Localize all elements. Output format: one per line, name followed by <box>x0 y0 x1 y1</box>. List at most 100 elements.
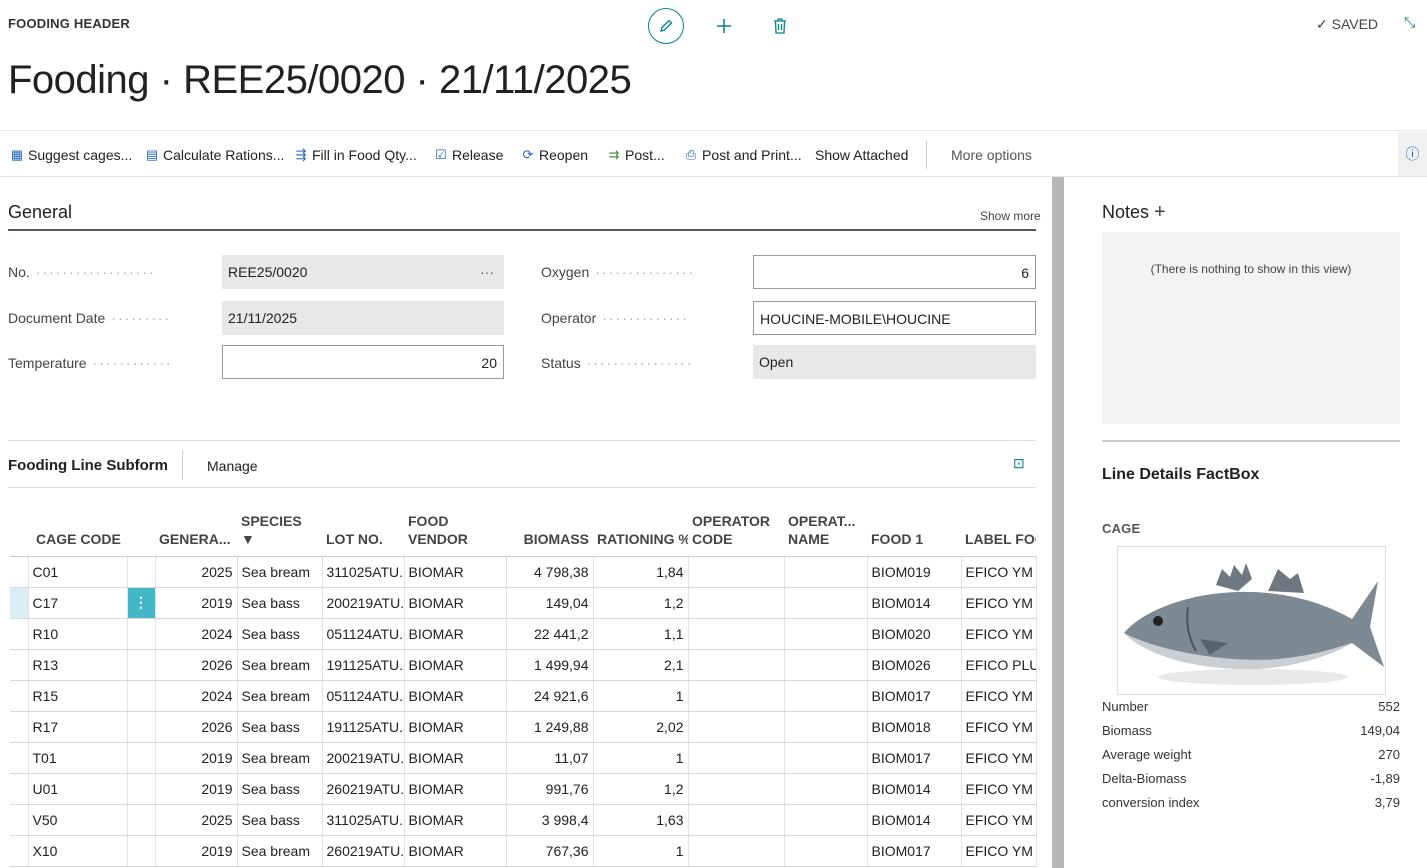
table-row[interactable]: U01 2019 Sea bass 260219ATU... BIOMAR 991,76 1… <box>10 773 1037 805</box>
col-generation[interactable]: GENERA... <box>155 498 237 557</box>
cell-generation[interactable]: 2026 <box>155 649 238 681</box>
cell-lot-no[interactable]: 260219ATU... <box>322 773 405 805</box>
table-row[interactable]: R15 2024 Sea bream 051124ATU... BIOMAR 24 921… <box>10 680 1037 712</box>
cell-species[interactable]: Sea bass <box>237 711 323 743</box>
factbox-row-value[interactable]: 149,04 <box>1360 723 1400 738</box>
cell-food-vendor[interactable]: BIOMAR <box>404 556 507 588</box>
cell-food-vendor[interactable]: BIOMAR <box>404 680 507 712</box>
cell-cage-code[interactable]: T01 <box>28 742 128 774</box>
cell-lot-no[interactable]: 311025ATU... <box>322 804 405 836</box>
subform-title[interactable]: Fooding Line Subform <box>8 457 168 474</box>
table-row[interactable]: X10 2019 Sea bream 260219ATU... BIOMAR 767,36… <box>10 835 1037 867</box>
cell-food-vendor[interactable]: BIOMAR <box>404 711 507 743</box>
cell-lot-no[interactable]: 260219ATU... <box>322 835 405 867</box>
cell-label-food[interactable]: EFICO YM 86 <box>961 556 1037 588</box>
row-selector[interactable] <box>10 680 29 712</box>
cell-operator-code[interactable] <box>688 680 785 712</box>
cell-lot-no[interactable]: 200219ATU... <box>322 742 405 774</box>
cell-lot-no[interactable]: 191125ATU... <box>322 649 405 681</box>
reopen-button[interactable]: ⟳ Reopen <box>521 147 589 163</box>
cell-species[interactable]: Sea bass <box>237 618 323 650</box>
cell-generation[interactable]: 2019 <box>155 742 238 774</box>
row-selector[interactable] <box>10 711 29 743</box>
row-selector[interactable] <box>10 773 29 805</box>
vertical-scrollbar[interactable] <box>1052 177 1064 868</box>
cell-generation[interactable]: 2024 <box>155 618 238 650</box>
table-row[interactable]: C01 2025 Sea bream 311025ATU... BIOMAR 4 798,… <box>10 556 1037 588</box>
cell-label-food[interactable]: EFICO YM 86 <box>961 742 1037 774</box>
row-menu[interactable] <box>127 835 156 867</box>
fill-food-qty-button[interactable]: ⇶ Fill in Food Qty... <box>294 147 417 163</box>
cell-cage-code[interactable]: V50 <box>28 804 128 836</box>
info-icon[interactable]: ⓘ <box>1398 132 1427 176</box>
cell-cage-code[interactable]: C01 <box>28 556 128 588</box>
factbox-row-value[interactable]: 552 <box>1378 699 1400 714</box>
cell-biomass[interactable]: 149,04 <box>506 587 594 619</box>
cell-species[interactable]: Sea bream <box>237 649 323 681</box>
cell-biomass[interactable]: 3 998,4 <box>506 804 594 836</box>
row-menu[interactable] <box>127 618 156 650</box>
row-selector[interactable] <box>10 835 29 867</box>
cell-food-1[interactable]: BIOM014 <box>867 587 962 619</box>
table-row[interactable]: R10 2024 Sea bass 051124ATU... BIOMAR 22 441,… <box>10 618 1037 650</box>
cell-cage-code[interactable]: C17 <box>28 587 128 619</box>
col-rationing[interactable]: RATIONING % <box>593 498 688 557</box>
row-selector[interactable] <box>10 742 29 774</box>
cell-operator-code[interactable] <box>688 742 785 774</box>
post-and-print-button[interactable]: ⎙ Post and Print... <box>684 147 802 163</box>
col-label-food[interactable]: LABEL FOOD <box>961 498 1036 557</box>
cell-food-1[interactable]: BIOM017 <box>867 742 962 774</box>
cell-food-vendor[interactable]: BIOMAR <box>404 773 507 805</box>
calculate-rations-button[interactable]: ▤ Calculate Rations... <box>145 147 285 163</box>
operator-field[interactable]: HOUCINE-MOBILE\HOUCINE <box>753 301 1036 335</box>
factbox-row-value[interactable]: 3,79 <box>1375 795 1400 810</box>
suggest-cages-button[interactable]: ▦ Suggest cages... <box>10 147 132 163</box>
cell-label-food[interactable]: EFICO YM 86 <box>961 835 1037 867</box>
cell-label-food[interactable]: EFICO YM 86 <box>961 804 1037 836</box>
cell-operator-name[interactable] <box>784 742 868 774</box>
cell-biomass[interactable]: 24 921,6 <box>506 680 594 712</box>
collapse-icon[interactable]: ⤡ <box>1404 14 1415 31</box>
temperature-field[interactable]: 20 <box>222 345 504 379</box>
cell-operator-name[interactable] <box>784 835 868 867</box>
cell-generation[interactable]: 2025 <box>155 804 238 836</box>
expand-icon[interactable]: ⊡ <box>1013 455 1025 472</box>
table-row[interactable]: R17 2026 Sea bass 191125ATU... BIOMAR 1 249,8… <box>10 711 1037 743</box>
cell-cage-code[interactable]: R15 <box>28 680 128 712</box>
cell-biomass[interactable]: 767,36 <box>506 835 594 867</box>
cell-food-vendor[interactable]: BIOMAR <box>404 804 507 836</box>
manage-menu[interactable]: Manage <box>207 458 258 474</box>
cell-food-1[interactable]: BIOM014 <box>867 804 962 836</box>
cell-biomass[interactable]: 991,76 <box>506 773 594 805</box>
cell-cage-code[interactable]: U01 <box>28 773 128 805</box>
cell-food-1[interactable]: BIOM017 <box>867 835 962 867</box>
cell-operator-code[interactable] <box>688 587 785 619</box>
cell-generation[interactable]: 2019 <box>155 587 238 619</box>
cell-lot-no[interactable]: 200219ATU... <box>322 587 405 619</box>
row-selector[interactable] <box>10 804 29 836</box>
cell-rationing[interactable]: 1,84 <box>593 556 689 588</box>
cell-rationing[interactable]: 1,63 <box>593 804 689 836</box>
cell-food-vendor[interactable]: BIOMAR <box>404 649 507 681</box>
cell-cage-code[interactable]: X10 <box>28 835 128 867</box>
table-row[interactable]: T01 2019 Sea bream 200219ATU... BIOMAR 11,07 1… <box>10 742 1037 774</box>
factbox-row-value[interactable]: 270 <box>1378 747 1400 762</box>
col-operator-name[interactable]: OPERAT... NAME <box>784 498 867 557</box>
cell-operator-code[interactable] <box>688 773 785 805</box>
oxygen-field[interactable]: 6 <box>753 255 1036 289</box>
cell-lot-no[interactable]: 311025ATU... <box>322 556 405 588</box>
release-button[interactable]: ☑ Release <box>434 147 503 163</box>
cell-rationing[interactable]: 1 <box>593 835 689 867</box>
cell-operator-name[interactable] <box>784 680 868 712</box>
cell-label-food[interactable]: EFICO YM 86 <box>961 773 1037 805</box>
cell-food-vendor[interactable]: BIOMAR <box>404 742 507 774</box>
cage-picture[interactable] <box>1117 546 1386 695</box>
add-note-icon[interactable]: + <box>1154 201 1166 223</box>
cell-food-1[interactable]: BIOM020 <box>867 618 962 650</box>
cell-rationing[interactable]: 1 <box>593 680 689 712</box>
cell-generation[interactable]: 2026 <box>155 711 238 743</box>
cell-generation[interactable]: 2019 <box>155 835 238 867</box>
cell-operator-code[interactable] <box>688 649 785 681</box>
table-row[interactable]: V50 2025 Sea bass 311025ATU... BIOMAR 3 998,4… <box>10 804 1037 836</box>
cell-operator-name[interactable] <box>784 773 868 805</box>
